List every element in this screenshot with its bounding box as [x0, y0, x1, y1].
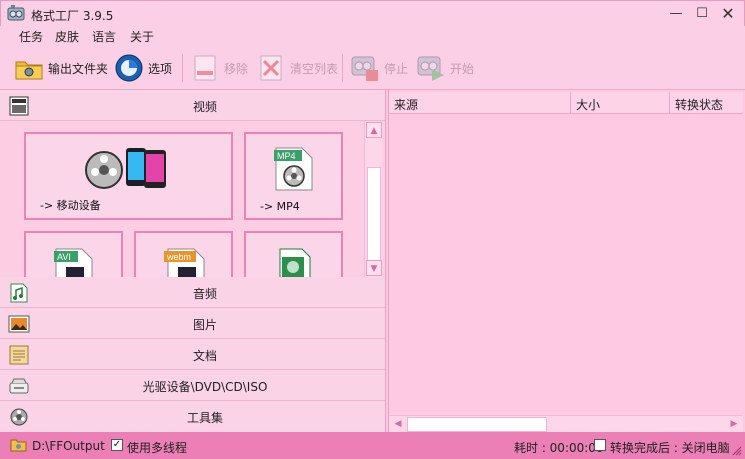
options-label: 选项: [148, 61, 173, 76]
start-label: 开始: [450, 61, 475, 76]
window-title: 格式工厂 3.9.5: [31, 9, 114, 23]
output-folder-button[interactable]: 输出文件夹: [14, 52, 108, 84]
webm-badge-text: webm: [166, 252, 191, 262]
category-audio[interactable]: 音频: [0, 277, 385, 308]
maximize-button[interactable]: ☐: [691, 5, 713, 23]
category-audio-label: 音频: [192, 287, 217, 301]
task-list-hscrollbar[interactable]: ◀ ▶: [389, 415, 743, 432]
output-folder-label: 输出文件夹: [48, 61, 109, 76]
mobile-devices-icon: [85, 148, 166, 189]
webm-icon: webm: [164, 248, 205, 277]
task-list: 来源 大小 转换状态 ◀ ▶: [388, 90, 745, 432]
category-picture[interactable]: 图片: [0, 308, 385, 339]
start-button[interactable]: 开始: [416, 52, 474, 84]
clear-list-icon: [260, 55, 282, 81]
scroll-right-icon[interactable]: ▶: [726, 417, 742, 432]
category-tools[interactable]: 工具集: [0, 401, 385, 432]
column-header-status[interactable]: 转换状态: [670, 92, 743, 114]
minimize-button[interactable]: —: [665, 5, 687, 23]
category-video-label: 视频: [192, 100, 217, 114]
remove-icon: [194, 55, 216, 81]
video-tile-scrollbar[interactable]: ▲ ▼: [364, 121, 382, 277]
avi-icon: AVI: [54, 248, 93, 277]
tile-video-file[interactable]: [244, 231, 343, 277]
video-tile-grid: -> 移动设备 MP4 -> MP4 AVI webm: [0, 121, 364, 277]
stop-icon: [351, 56, 378, 81]
category-document[interactable]: 文档: [0, 339, 385, 370]
remove-label: 移除: [224, 61, 249, 76]
clear-list-label: 清空列表: [290, 61, 339, 76]
elapsed-time: 耗时 : 00:00:00: [514, 441, 604, 455]
category-panel: 视频 -> 移动设备 MP4 -> MP4 AVI webm ▲ ▼ 音频 图片…: [0, 90, 386, 432]
menu-skin[interactable]: 皮肤: [55, 28, 79, 45]
menu-about[interactable]: 关于: [130, 28, 154, 45]
close-button[interactable]: ✕: [717, 5, 739, 23]
options-button[interactable]: 选项: [114, 52, 172, 84]
scroll-thumb[interactable]: [367, 167, 381, 261]
category-tools-label: 工具集: [186, 411, 223, 425]
column-header-source[interactable]: 来源: [389, 92, 571, 114]
tile-webm[interactable]: webm: [134, 231, 233, 277]
scroll-left-icon[interactable]: ◀: [390, 417, 406, 432]
options-icon: [115, 54, 143, 82]
tile-mp4[interactable]: MP4 -> MP4: [244, 132, 343, 220]
format-factory-app-icon: [7, 5, 25, 21]
hscroll-thumb[interactable]: [407, 417, 547, 432]
folder-icon: [15, 61, 43, 80]
scroll-up-icon[interactable]: ▲: [366, 122, 382, 138]
category-document-label: 文档: [192, 349, 217, 363]
multithread-checkbox[interactable]: ✓: [111, 439, 123, 451]
resize-grip-icon[interactable]: [732, 446, 742, 456]
category-optical-drive[interactable]: 光驱设备\DVD\CD\ISO: [0, 370, 385, 401]
multithread-label: 使用多线程: [127, 441, 188, 455]
output-path[interactable]: D:\FFOutput: [32, 439, 105, 453]
stop-label: 停止: [384, 61, 409, 76]
column-header-size[interactable]: 大小: [571, 92, 670, 114]
output-folder-icon: [10, 439, 27, 452]
clear-list-button[interactable]: 清空列表: [256, 52, 338, 84]
scroll-down-icon[interactable]: ▼: [366, 260, 382, 276]
title-bar: 格式工厂 3.9.5 — ☐ ✕: [0, 0, 745, 26]
menu-bar: 任务 皮肤 语言 关于: [0, 26, 745, 46]
category-picture-label: 图片: [192, 318, 217, 332]
toolbar-separator: [182, 54, 183, 82]
toolbar-separator: [342, 54, 343, 82]
status-bar: D:\FFOutput ✓ 使用多线程 耗时 : 00:00:00 转换完成后 …: [0, 432, 745, 459]
menu-task[interactable]: 任务: [19, 28, 43, 45]
after-convert-checkbox[interactable]: [594, 439, 606, 451]
after-convert-label: 转换完成后 : 关闭电脑: [610, 441, 730, 455]
menu-language[interactable]: 语言: [92, 28, 116, 45]
tile-avi[interactable]: AVI: [24, 231, 123, 277]
category-video[interactable]: 视频: [0, 90, 385, 121]
tile-mobile-device[interactable]: -> 移动设备: [24, 132, 233, 220]
remove-button[interactable]: 移除: [190, 52, 248, 84]
mp4-icon: MP4: [274, 147, 313, 191]
tile-mp4-label: -> MP4: [260, 200, 300, 213]
category-optical-drive-label: 光驱设备\DVD\CD\ISO: [142, 380, 268, 394]
toolbar: 输出文件夹 选项 移除 清空列表 停止 开始: [0, 46, 745, 90]
tile-mobile-device-label: -> 移动设备: [40, 199, 101, 212]
task-list-header: 来源 大小 转换状态: [389, 92, 743, 114]
video-file-icon: [279, 248, 311, 277]
mp4-badge-text: MP4: [277, 151, 296, 161]
stop-button[interactable]: 停止: [350, 52, 408, 84]
avi-badge-text: AVI: [57, 252, 71, 262]
start-icon: [417, 56, 444, 81]
